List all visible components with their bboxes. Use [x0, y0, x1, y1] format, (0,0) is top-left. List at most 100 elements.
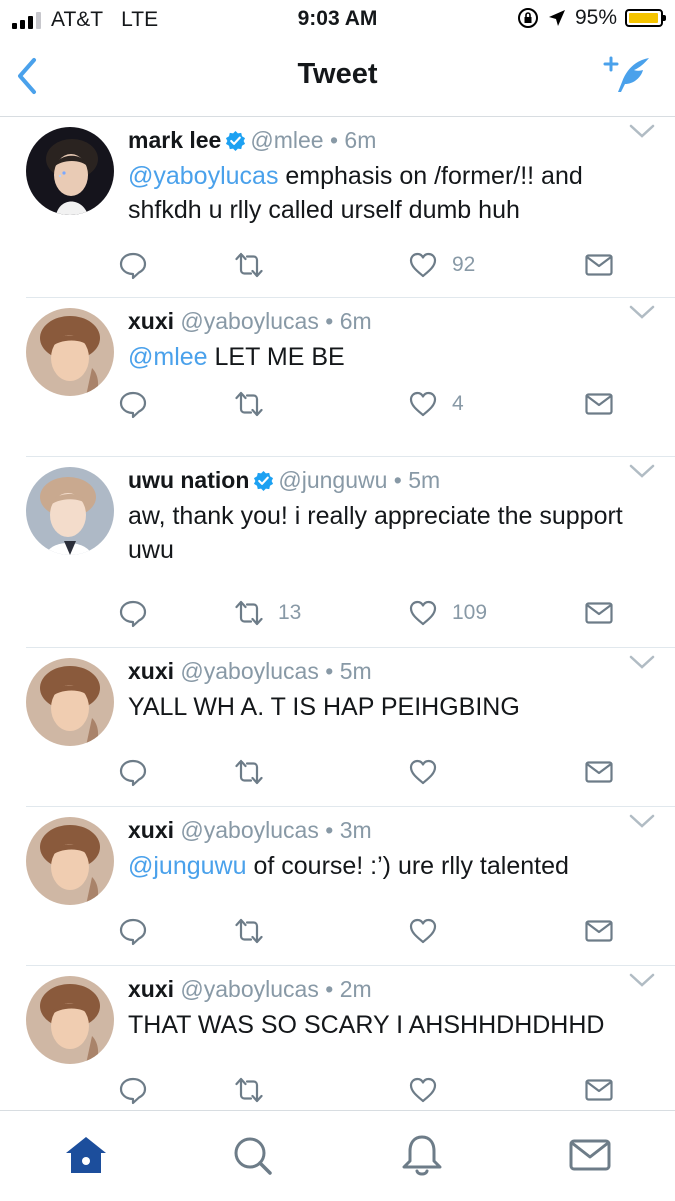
separator-dot: • — [329, 127, 339, 153]
like-button[interactable]: 92 — [408, 245, 475, 285]
retweet-icon — [235, 1077, 263, 1103]
chevron-down-icon[interactable] — [629, 972, 655, 988]
tweet[interactable]: mark lee @mlee • 6m @yaboylucas emphasis … — [26, 117, 675, 298]
direct-message-button[interactable] — [584, 593, 614, 633]
direct-message-button[interactable] — [584, 911, 614, 951]
chevron-down-icon[interactable] — [629, 123, 655, 139]
reply-button[interactable] — [118, 752, 148, 792]
tab-bar — [0, 1110, 675, 1201]
tweet-text: @yaboylucas emphasis on /former/!! and s… — [128, 159, 648, 227]
user-handle[interactable]: @yaboylucas — [180, 308, 318, 334]
tweet-timestamp: 5m — [339, 658, 372, 684]
avatar-image — [26, 127, 114, 215]
reply-button[interactable] — [118, 245, 148, 285]
mention-link[interactable]: @mlee — [128, 343, 208, 371]
mail-icon — [585, 254, 613, 276]
chevron-down-icon[interactable] — [629, 463, 655, 479]
retweet-button[interactable]: 13 — [234, 593, 301, 633]
display-name[interactable]: xuxi — [128, 658, 174, 684]
user-handle[interactable]: @mlee — [250, 127, 323, 153]
home-icon — [66, 1137, 106, 1173]
tweet-thread: mark lee @mlee • 6m @yaboylucas emphasis … — [0, 117, 675, 1110]
direct-message-button[interactable] — [584, 384, 614, 424]
direct-message-button[interactable] — [584, 1070, 614, 1110]
tweet-actions — [118, 752, 648, 792]
mail-icon — [585, 393, 613, 415]
like-count: 109 — [452, 601, 488, 624]
heart-icon — [409, 600, 437, 626]
tweet[interactable]: uwu nation @junguwu • 5m aw, thank you! i… — [26, 457, 675, 648]
tweet-timestamp: 2m — [339, 976, 372, 1002]
tweet-body: YALL WH A. T IS HAP PEIHGBING — [128, 693, 520, 721]
tab-notifications[interactable] — [398, 1131, 446, 1179]
display-name[interactable]: uwu nation — [128, 467, 249, 493]
chevron-down-icon[interactable] — [629, 813, 655, 829]
search-icon — [234, 1137, 272, 1175]
user-handle[interactable]: @yaboylucas — [180, 976, 318, 1002]
reply-button[interactable] — [118, 911, 148, 951]
tweet-header: xuxi @yaboylucas • 2m — [128, 976, 372, 1003]
avatar[interactable] — [26, 467, 114, 555]
user-handle[interactable]: @junguwu — [278, 467, 387, 493]
tweet[interactable]: xuxi @yaboylucas • 3m @junguwu of course… — [26, 807, 675, 966]
avatar[interactable] — [26, 658, 114, 746]
reply-button[interactable] — [118, 1070, 148, 1110]
battery-percent: 95% — [574, 6, 617, 29]
mention-link[interactable]: @junguwu — [128, 852, 247, 880]
mention-link[interactable]: @yaboylucas — [128, 162, 278, 190]
mail-icon — [569, 1139, 611, 1171]
retweet-button[interactable] — [234, 1070, 278, 1110]
tab-messages[interactable] — [566, 1131, 614, 1179]
chevron-down-icon[interactable] — [629, 654, 655, 670]
like-button[interactable] — [408, 752, 452, 792]
tweet-body: THAT WAS SO SCARY I AHSHHDHDHHD — [128, 1011, 605, 1039]
retweet-button[interactable] — [234, 752, 278, 792]
retweet-button[interactable] — [234, 245, 278, 285]
tab-search[interactable] — [228, 1131, 276, 1179]
retweet-button[interactable] — [234, 384, 278, 424]
tweet-timestamp: 6m — [344, 127, 377, 153]
status-bar: AT&T LTE 9:03 AM 95% — [0, 0, 675, 38]
display-name[interactable]: xuxi — [128, 817, 174, 843]
heart-icon — [409, 391, 437, 417]
like-button[interactable]: 109 — [408, 593, 487, 633]
direct-message-button[interactable] — [584, 245, 614, 285]
reply-icon — [119, 391, 147, 419]
compose-tweet-button[interactable] — [603, 54, 653, 98]
chevron-down-icon[interactable] — [629, 304, 655, 320]
tweet[interactable]: xuxi @yaboylucas • 5m YALL WH A. T IS HA… — [26, 648, 675, 807]
tweet-text: aw, thank you! i really appreciate the s… — [128, 499, 648, 567]
retweet-icon — [235, 918, 263, 944]
reply-button[interactable] — [118, 593, 148, 633]
tweet-actions — [118, 911, 648, 951]
retweet-button[interactable] — [234, 911, 278, 951]
tweet-timestamp: 6m — [339, 308, 372, 334]
user-handle[interactable]: @yaboylucas — [180, 817, 318, 843]
retweet-icon — [235, 391, 263, 417]
retweet-count: 13 — [278, 601, 302, 624]
tweet-text: @junguwu of course! :’) ure rlly talente… — [128, 849, 648, 883]
navigation-bar: Tweet — [0, 38, 675, 117]
user-handle[interactable]: @yaboylucas — [180, 658, 318, 684]
display-name[interactable]: xuxi — [128, 308, 174, 334]
like-button[interactable]: 4 — [408, 384, 464, 424]
direct-message-button[interactable] — [584, 752, 614, 792]
avatar[interactable] — [26, 127, 114, 215]
reply-button[interactable] — [118, 384, 148, 424]
like-button[interactable] — [408, 911, 452, 951]
tweet[interactable]: xuxi @yaboylucas • 6m @mlee LET ME BE 4 — [26, 298, 675, 457]
avatar[interactable] — [26, 308, 114, 396]
avatar[interactable] — [26, 817, 114, 905]
tweet-header: mark lee @mlee • 6m — [128, 127, 376, 154]
tweet-timestamp: 5m — [408, 467, 441, 493]
tweet-actions: 13 109 — [118, 593, 648, 633]
battery-icon — [625, 9, 666, 27]
avatar[interactable] — [26, 976, 114, 1064]
tweet[interactable]: xuxi @yaboylucas • 2m THAT WAS SO SCARY … — [26, 966, 675, 1110]
display-name[interactable]: mark lee — [128, 127, 221, 153]
mail-icon — [585, 761, 613, 783]
tab-home[interactable] — [62, 1131, 110, 1179]
like-count: 92 — [452, 253, 476, 276]
like-button[interactable] — [408, 1070, 452, 1110]
display-name[interactable]: xuxi — [128, 976, 174, 1002]
